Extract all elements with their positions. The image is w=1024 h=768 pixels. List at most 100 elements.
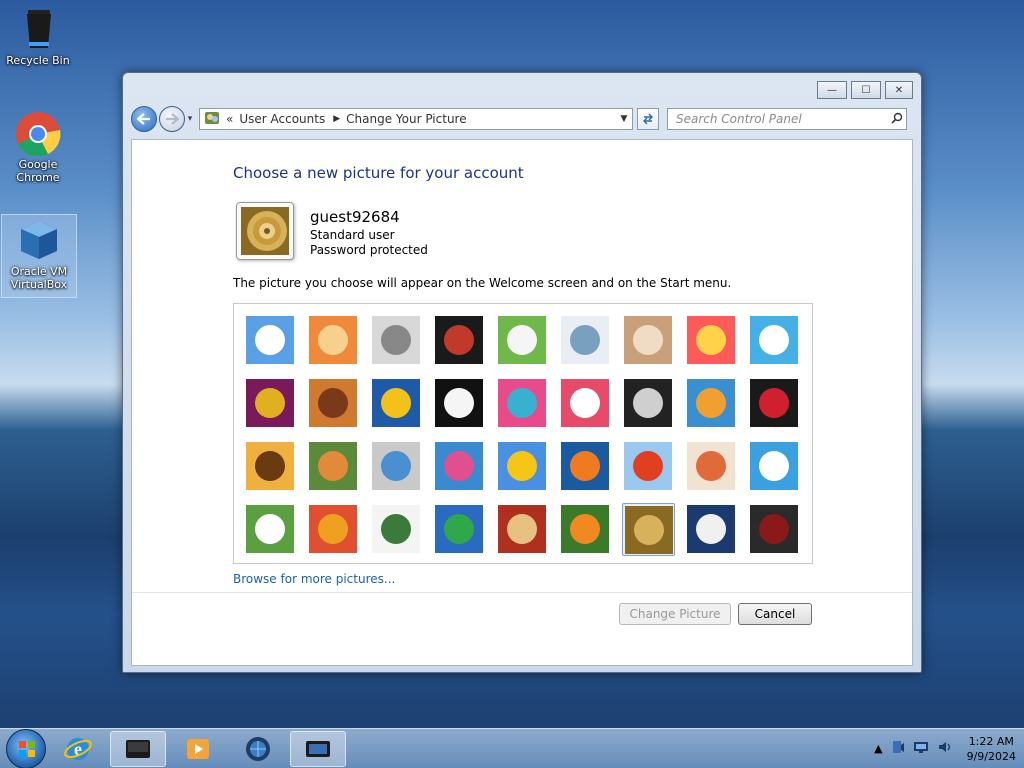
textile-picture-icon: [498, 505, 546, 553]
picture-tile-typewriter[interactable]: [748, 503, 801, 556]
current-picture: [236, 202, 294, 260]
typewriter-picture-icon: [750, 505, 798, 553]
picture-tile-star-lantern[interactable]: [559, 377, 612, 430]
record-player-picture-icon: [435, 316, 483, 364]
starfish-picture-icon: [309, 316, 357, 364]
back-button[interactable]: [131, 106, 157, 132]
picture-tile-fabric[interactable]: [307, 377, 360, 430]
picture-tile-lucky-cat[interactable]: [496, 314, 549, 367]
content-pane: Choose a new picture for your account gu…: [131, 139, 913, 666]
picture-tile-stairs[interactable]: [685, 377, 738, 430]
chevron-right-icon[interactable]: ▶: [333, 114, 340, 124]
picture-tile-dog[interactable]: [433, 377, 486, 430]
ferris-wheel-picture-icon: [750, 316, 798, 364]
taskbar-desktop-window[interactable]: [290, 730, 346, 767]
taskbar-globe[interactable]: [230, 731, 286, 767]
shell-picture-icon: [241, 207, 289, 255]
show-hidden-icons-icon[interactable]: ▲: [874, 742, 882, 755]
star-lantern-picture-icon: [561, 379, 609, 427]
search-placeholder: Search Control Panel: [676, 112, 802, 126]
picture-tile-leaf[interactable]: [370, 377, 423, 430]
marbles-picture-icon: [372, 505, 420, 553]
taskbar-control-panel[interactable]: [110, 730, 166, 767]
browse-more-pictures-link[interactable]: Browse for more pictures...: [233, 572, 395, 586]
picture-tile-sunflower[interactable]: [496, 440, 549, 493]
picture-tile-flower[interactable]: [685, 314, 738, 367]
breadcrumb-user-accounts[interactable]: User Accounts: [239, 112, 325, 126]
picture-tile-puppy[interactable]: [307, 440, 360, 493]
picture-tile-gyroscope[interactable]: [559, 314, 612, 367]
address-prefix[interactable]: «: [226, 112, 233, 126]
forward-button[interactable]: [159, 106, 185, 132]
doll-picture-icon: [687, 442, 735, 490]
picture-tile-ferris-wheel[interactable]: [748, 314, 801, 367]
address-dropdown-icon[interactable]: ▼: [616, 114, 632, 124]
chrome-icon: [14, 108, 62, 157]
picture-tile-marbles[interactable]: [370, 503, 423, 556]
search-icon[interactable]: [888, 112, 906, 127]
internet-explorer-icon: e: [64, 737, 92, 760]
taskbar: e ▲ 1:22 AM 9/9/2024: [0, 728, 1024, 768]
picture-tile-window[interactable]: [433, 503, 486, 556]
picture-tile-sailboat[interactable]: [748, 440, 801, 493]
picture-tile-paper-crane[interactable]: [748, 377, 801, 430]
desktop-window-icon: [306, 740, 330, 757]
window-controls: — ☐ ✕: [817, 81, 913, 99]
picture-tile-hot-air-balloon[interactable]: [622, 440, 675, 493]
picture-tile-crayons[interactable]: [496, 377, 549, 430]
taskbar-media-player[interactable]: [170, 731, 226, 767]
windows-logo-icon: [19, 740, 35, 757]
refresh-button[interactable]: [637, 108, 659, 130]
network-icon[interactable]: [913, 740, 929, 757]
bowling-ball-picture-icon: [246, 379, 294, 427]
close-button[interactable]: ✕: [885, 81, 913, 99]
sailboat-picture-icon: [750, 442, 798, 490]
picture-grid: [233, 303, 813, 564]
desktop-icon-recycle-bin[interactable]: Recycle Bin: [0, 4, 76, 67]
taskbar-internet-explorer[interactable]: e: [50, 731, 106, 767]
globe-icon: [246, 736, 270, 761]
minimize-button[interactable]: —: [817, 81, 847, 99]
start-button[interactable]: [6, 728, 46, 768]
user-name: guest92684: [310, 208, 400, 226]
picture-tile-starfish[interactable]: [307, 314, 360, 367]
picture-tile-toy-robot[interactable]: [370, 440, 423, 493]
picture-tile-shell[interactable]: [622, 503, 675, 556]
breadcrumb-change-your-picture[interactable]: Change Your Picture: [346, 112, 466, 126]
picture-tile-doll[interactable]: [685, 440, 738, 493]
cancel-button[interactable]: Cancel: [738, 603, 812, 625]
fish-picture-icon: [561, 442, 609, 490]
picture-tile-kitten[interactable]: [622, 314, 675, 367]
guitar-picture-icon: [246, 442, 294, 490]
picture-tile-robot-dog[interactable]: [370, 314, 423, 367]
control-panel-icon: [126, 739, 150, 758]
picture-tile-roller-coaster[interactable]: [244, 314, 297, 367]
picture-tile-record-player[interactable]: [433, 314, 486, 367]
maximize-button[interactable]: ☐: [851, 81, 881, 99]
clock[interactable]: 1:22 AM 9/9/2024: [967, 734, 1016, 764]
search-input[interactable]: Search Control Panel: [667, 108, 907, 130]
refresh-icon: [643, 113, 653, 125]
action-center-icon[interactable]: [891, 740, 905, 757]
leaf-picture-icon: [372, 379, 420, 427]
recent-pages-dropdown[interactable]: ▾: [185, 114, 195, 124]
page-title: Choose a new picture for your account: [233, 164, 524, 182]
toy-robot-picture-icon: [372, 442, 420, 490]
picture-tile-butterfly[interactable]: [559, 503, 612, 556]
change-picture-button[interactable]: Change Picture: [619, 603, 731, 625]
picture-tile-scarf[interactable]: [433, 440, 486, 493]
desktop-icon-label: Google Chrome: [16, 158, 60, 184]
picture-tile-stripes[interactable]: [307, 503, 360, 556]
picture-tile-soccer-ball[interactable]: [244, 503, 297, 556]
address-bar[interactable]: « User Accounts ▶ Change Your Picture ▼: [199, 108, 633, 130]
gyroscope-picture-icon: [561, 316, 609, 364]
picture-tile-jacks[interactable]: [622, 377, 675, 430]
picture-tile-textile[interactable]: [496, 503, 549, 556]
picture-tile-guitar[interactable]: [244, 440, 297, 493]
desktop-icon-virtualbox[interactable]: Oracle VM VirtualBox: [1, 214, 77, 298]
desktop-icon-google-chrome[interactable]: Google Chrome: [0, 108, 76, 184]
picture-tile-bowling-ball[interactable]: [244, 377, 297, 430]
picture-tile-lighthouse[interactable]: [685, 503, 738, 556]
volume-icon[interactable]: [937, 740, 953, 757]
picture-tile-fish[interactable]: [559, 440, 612, 493]
